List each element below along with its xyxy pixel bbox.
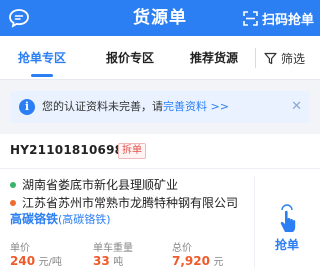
origin-text: 湖南省娄底市新化县理顺矿业 (22, 178, 179, 192)
unit-price-unit: 元/吨 (38, 257, 62, 268)
info-icon: i (19, 99, 35, 115)
total-price-value: 7,920 元 (172, 253, 223, 268)
active-tab-indicator (31, 74, 53, 77)
vehicle-weight-unit: 吨 (113, 257, 124, 268)
vehicle-weight-label: 单车重量 (93, 243, 133, 254)
hand-tap-icon (280, 204, 296, 232)
unit-price-number: 240 (10, 254, 36, 268)
vehicle-weight-number: 33 (93, 254, 110, 268)
total-price-unit: 元 (213, 257, 224, 268)
scan-grab-label: 扫码抢单 (261, 12, 314, 28)
tab-quote-zone[interactable]: 报价专区 (88, 36, 172, 80)
order-number: HY21101810698​0 (10, 143, 132, 157)
goods-name: 高碳铬铁(高碳铬铁) (10, 210, 111, 227)
close-icon[interactable]: ✕ (291, 91, 302, 123)
verification-notice: i 您的认证资料未完善，请完善资料 >> ✕ (10, 91, 310, 123)
destination-text: 江苏省苏州市常熟市龙腾特种钢有限公司 (22, 196, 239, 210)
unit-price-label: 单价 (10, 243, 30, 254)
tab-divider (255, 48, 256, 68)
tab-quote-zone-label: 报价专区 (105, 51, 154, 65)
goods-main: 高碳铬铁 (10, 212, 59, 226)
tab-grab-zone[interactable]: 抢单专区 (0, 36, 84, 80)
notice-text-wrap: 您的认证资料未完善，请完善资料 >> (42, 91, 229, 123)
split-order-badge: 拆单 (118, 143, 146, 159)
total-price-number: 7,920 (172, 254, 210, 268)
tab-bar: 抢单专区 报价专区 推荐货源 筛选 (0, 36, 320, 80)
grab-divider (254, 176, 255, 268)
grab-order-label: 抢单 (274, 238, 299, 252)
origin-dot (10, 181, 16, 188)
filter-label: 筛选 (281, 51, 306, 66)
destination-dot (10, 199, 16, 206)
total-price-label: 总价 (172, 243, 192, 254)
filter-button[interactable]: 筛选 (264, 36, 305, 80)
grab-order-button[interactable]: 抢单 (262, 204, 312, 260)
tab-recommended[interactable]: 推荐货源 (172, 36, 256, 80)
scan-icon (243, 10, 258, 26)
unit-price-value: 240 元/吨 (10, 253, 62, 268)
goods-sub: (高碳铬铁) (58, 213, 111, 226)
destination-address: 江苏省苏州市常熟市龙腾特种钢有限公司 (10, 194, 238, 211)
tab-grab-zone-label: 抢单专区 (17, 51, 66, 65)
app-header: 货源单 扫码抢单 (0, 0, 320, 36)
origin-address: 湖南省娄底市新化县理顺矿业 (10, 176, 178, 193)
order-card[interactable]: HY21101810698​0 拆单 湖南省娄底市新化县理顺矿业 江苏省苏州市常… (0, 134, 320, 274)
vehicle-weight-value: 33 吨 (93, 253, 123, 268)
tab-recommended-label: 推荐货源 (189, 51, 238, 65)
card-divider (0, 168, 320, 169)
scan-grab-button[interactable]: 扫码抢单 (243, 0, 314, 36)
filter-icon (264, 52, 277, 64)
complete-profile-link[interactable]: 完善资料 >> (163, 100, 229, 113)
notice-text: 您的认证资料未完善，请 (42, 100, 163, 113)
